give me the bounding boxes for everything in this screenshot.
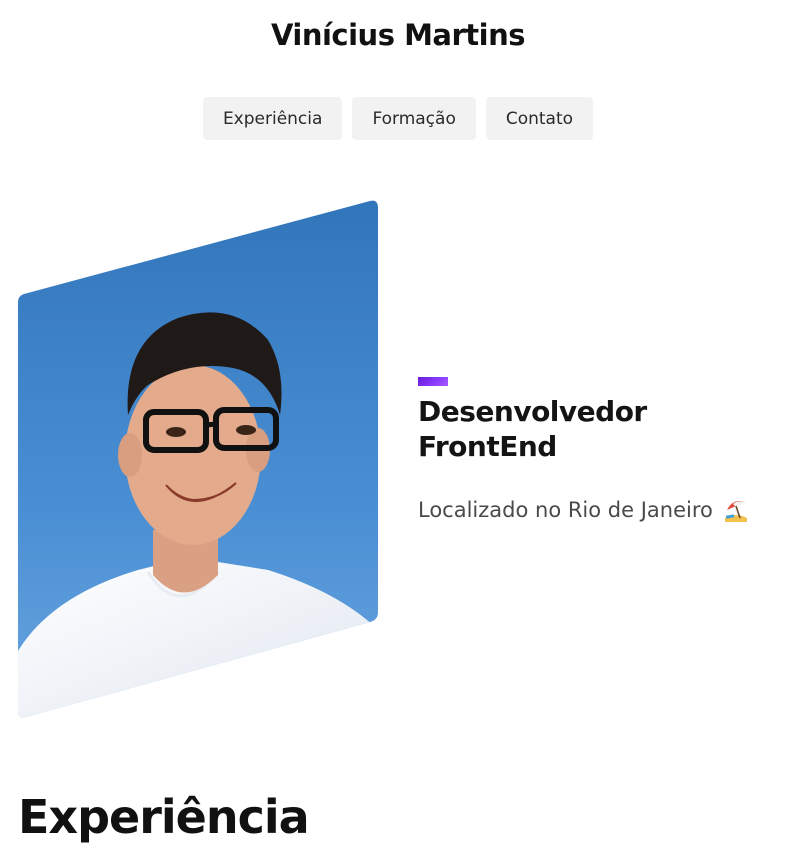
location-line: Localizado no Rio de Janeiro bbox=[418, 498, 778, 522]
profile-photo bbox=[18, 200, 378, 718]
nav-formacao-button[interactable]: Formação bbox=[352, 97, 476, 140]
nav-contato-button[interactable]: Contato bbox=[485, 97, 594, 140]
location-text: Localizado no Rio de Janeiro bbox=[418, 498, 713, 522]
nav-experiencia-button[interactable]: Experiência bbox=[202, 97, 343, 140]
main-nav: Experiência Formação Contato bbox=[0, 97, 796, 140]
role-title: Desenvolvedor FrontEnd bbox=[418, 394, 778, 464]
experience-section-heading: Experiência bbox=[18, 790, 310, 844]
accent-bar bbox=[418, 377, 448, 386]
beach-umbrella-icon bbox=[723, 498, 749, 522]
page: Vinícius Martins Experiência Formação Co… bbox=[0, 0, 796, 863]
role-title-line-1: Desenvolvedor bbox=[418, 395, 647, 428]
site-title: Vinícius Martins bbox=[270, 18, 526, 52]
role-title-line-2: FrontEnd bbox=[418, 430, 557, 463]
hero-info: Desenvolvedor FrontEnd Localizado no Rio… bbox=[418, 377, 778, 522]
